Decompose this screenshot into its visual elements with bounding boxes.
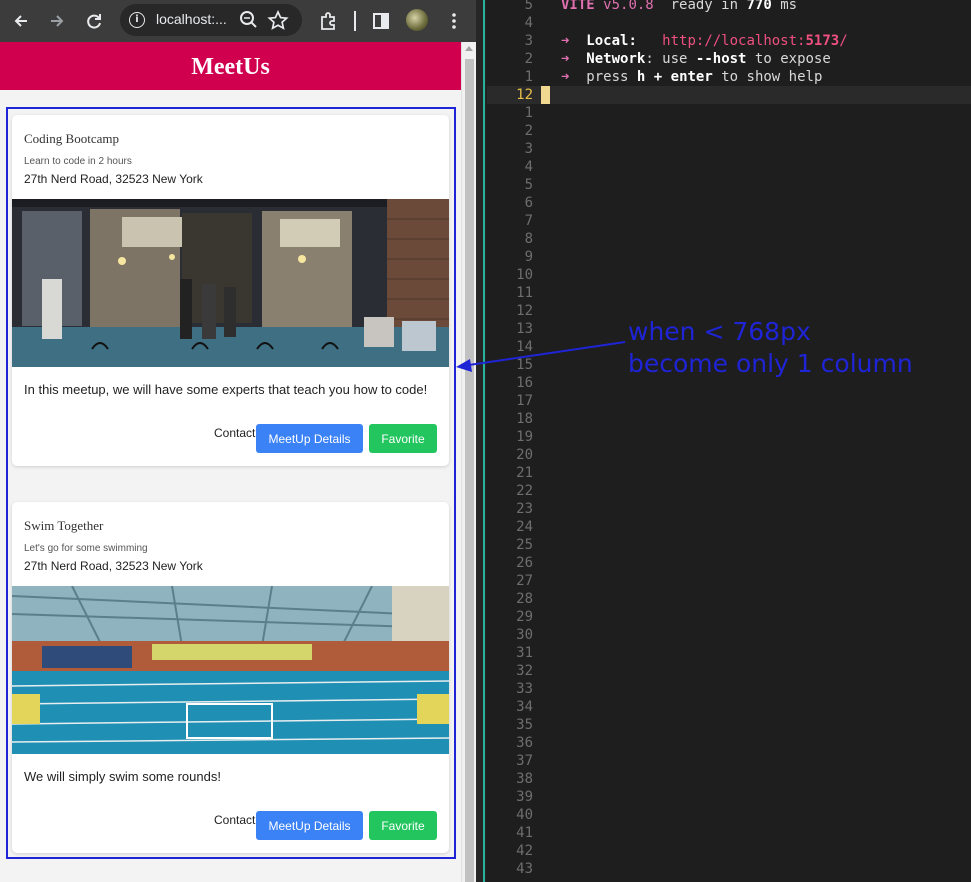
side-panel-icon[interactable] bbox=[368, 8, 394, 39]
line-number: 5 bbox=[524, 177, 533, 193]
line-number: 41 bbox=[516, 825, 533, 841]
ready-ms: 770 bbox=[746, 0, 772, 13]
puzzle-icon[interactable] bbox=[316, 8, 342, 39]
scroll-up-arrow-icon[interactable] bbox=[465, 46, 473, 51]
local-url[interactable]: http://localhost:5173/ bbox=[662, 33, 847, 49]
line-number: 2 bbox=[524, 123, 533, 139]
local-url-line: ➜ Local: http://localhost:5173/ bbox=[561, 33, 848, 49]
line-number: 8 bbox=[524, 231, 533, 247]
line-number: 19 bbox=[516, 429, 533, 445]
line-number: 12 bbox=[516, 87, 533, 103]
zoom-icon[interactable] bbox=[236, 4, 262, 30]
forward-icon[interactable] bbox=[44, 8, 70, 34]
line-number: 25 bbox=[516, 537, 533, 553]
info-icon[interactable]: i bbox=[129, 12, 145, 28]
line-number: 11 bbox=[516, 285, 533, 301]
app-header: MeetUs bbox=[0, 42, 461, 90]
pane-divider-line bbox=[483, 0, 485, 882]
line-number: 23 bbox=[516, 501, 533, 517]
vite-ready-line: VITE v5.0.8 ready in 770 ms bbox=[561, 0, 797, 13]
network-line: ➜ Network: use --host to expose bbox=[561, 51, 831, 67]
line-number: 39 bbox=[516, 789, 533, 805]
line-number: 4 bbox=[524, 15, 533, 31]
line-number: 1 bbox=[524, 105, 533, 121]
line-number: 3 bbox=[524, 141, 533, 157]
app-title: MeetUs bbox=[191, 54, 270, 80]
line-number: 30 bbox=[516, 627, 533, 643]
annotation-highlight-box bbox=[6, 107, 456, 859]
line-number: 33 bbox=[516, 681, 533, 697]
line-number: 37 bbox=[516, 753, 533, 769]
terminal-cursor bbox=[541, 86, 550, 104]
line-number: 9 bbox=[524, 249, 533, 265]
host-flag: --host bbox=[695, 51, 747, 67]
line-number: 40 bbox=[516, 807, 533, 823]
terminal-pane[interactable]: 5 4 3 2 1 12 1 2 3 4 5 6 7 8 9 10 11 12 13 14 15 16 17 18 19 20 21… bbox=[487, 0, 971, 882]
line-number: 28 bbox=[516, 591, 533, 607]
line-number: 36 bbox=[516, 735, 533, 751]
browser-window: i localhost:... MeetUs Coding Bootcamp L… bbox=[0, 0, 476, 882]
line-number: 18 bbox=[516, 411, 533, 427]
line-number: 31 bbox=[516, 645, 533, 661]
line-number: 26 bbox=[516, 555, 533, 571]
arrow-icon: ➜ bbox=[561, 51, 570, 67]
line-number: 34 bbox=[516, 699, 533, 715]
line-number: 22 bbox=[516, 483, 533, 499]
line-number: 12 bbox=[516, 303, 533, 319]
line-number: 20 bbox=[516, 447, 533, 463]
line-number: 2 bbox=[524, 51, 533, 67]
line-number: 43 bbox=[516, 861, 533, 877]
line-number: 42 bbox=[516, 843, 533, 859]
line-number: 6 bbox=[524, 195, 533, 211]
line-number: 10 bbox=[516, 267, 533, 283]
line-number: 32 bbox=[516, 663, 533, 679]
line-number: 4 bbox=[524, 159, 533, 175]
annotation-text: when < 768px become only 1 column bbox=[628, 316, 913, 380]
arrow-icon: ➜ bbox=[561, 33, 570, 49]
line-number: 3 bbox=[524, 33, 533, 49]
network-label: Network bbox=[586, 51, 646, 67]
annotation-arrow-icon bbox=[456, 341, 626, 372]
line-number: 1 bbox=[524, 69, 533, 85]
ready-text: ready in bbox=[670, 0, 739, 13]
annotation-line-1: when < 768px bbox=[628, 317, 811, 346]
line-number: 27 bbox=[516, 573, 533, 589]
line-number: 7 bbox=[524, 213, 533, 229]
vite-version: v5.0.8 bbox=[603, 0, 654, 13]
line-number: 21 bbox=[516, 465, 533, 481]
toolbar-separator bbox=[354, 11, 356, 31]
local-label: Local: bbox=[586, 33, 637, 49]
help-line: ➜ press h + enter to show help bbox=[561, 69, 823, 85]
line-number: 24 bbox=[516, 519, 533, 535]
line-number: 17 bbox=[516, 393, 533, 409]
back-icon[interactable] bbox=[8, 8, 34, 34]
line-number: 38 bbox=[516, 771, 533, 787]
vite-name: VITE bbox=[561, 0, 595, 13]
scrollbar-thumb[interactable] bbox=[465, 59, 474, 882]
annotation-line-2: become only 1 column bbox=[628, 349, 913, 378]
line-number: 29 bbox=[516, 609, 533, 625]
scrollbar[interactable] bbox=[461, 42, 476, 882]
arrow-icon: ➜ bbox=[561, 69, 570, 85]
line-number: 35 bbox=[516, 717, 533, 733]
line-number: 5 bbox=[524, 0, 533, 13]
current-line-highlight bbox=[487, 86, 971, 104]
reload-icon[interactable] bbox=[81, 8, 107, 34]
star-icon[interactable] bbox=[265, 8, 291, 39]
browser-toolbar: i localhost:... bbox=[0, 0, 476, 42]
url-text[interactable]: localhost:... bbox=[156, 11, 227, 27]
kebab-menu-icon[interactable] bbox=[441, 8, 467, 39]
ms-label: ms bbox=[780, 0, 798, 13]
page-viewport: MeetUs Coding Bootcamp Learn to code in … bbox=[0, 42, 461, 882]
profile-avatar[interactable] bbox=[406, 9, 428, 31]
